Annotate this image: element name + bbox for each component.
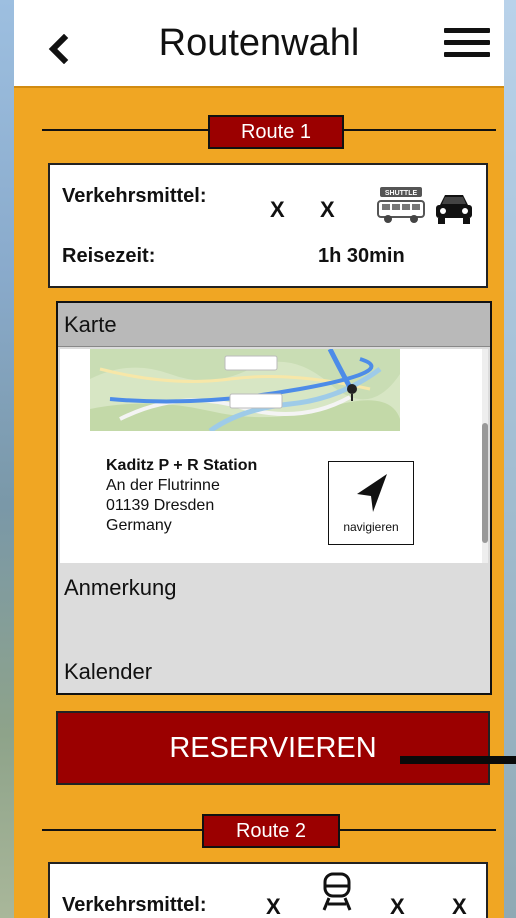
page-title: Routenwahl — [158, 22, 360, 64]
transport-x: X — [270, 197, 285, 222]
pointer-annotation — [400, 756, 516, 764]
car-icon — [436, 195, 472, 224]
navigation-arrow-icon — [357, 474, 387, 512]
kalender-section-header[interactable]: Kalender — [64, 659, 152, 685]
reisezeit-label: Reisezeit: — [62, 245, 156, 267]
route1-info-card: Verkehrsmittel: X X SHUTTLE Reisezeit: 1… — [48, 163, 488, 288]
map-panel: Kaditz P + R Station An der Flutrinne 01… — [60, 349, 488, 563]
shuttle-icon: SHUTTLE — [377, 187, 425, 223]
route2-info-card: Verkehrsmittel: X X X — [48, 862, 488, 918]
app-screen: Routenwahl Route 1 Verkehrsmittel: X X S… — [14, 0, 504, 918]
anmerkung-section-header[interactable]: Anmerkung — [64, 575, 177, 601]
reisezeit-value: 1h 30min — [318, 245, 405, 267]
hamburger-icon — [444, 28, 490, 57]
location-city: 01139 Dresden — [106, 497, 215, 514]
scrollbar-thumb[interactable] — [482, 423, 488, 543]
top-bar: Routenwahl — [14, 0, 504, 88]
background-left — [0, 0, 14, 918]
transport-x: X — [452, 894, 467, 918]
background-right — [504, 0, 516, 918]
location-name: Kaditz P + R Station — [106, 457, 258, 474]
shuttle-icon-text: SHUTTLE — [385, 190, 418, 197]
transport-x: X — [320, 197, 335, 222]
reserve-button[interactable]: RESERVIEREN — [56, 711, 490, 785]
transport-x: X — [390, 894, 405, 918]
route-details-accordion: Karte Kaditz P + R Station An der Flutri… — [56, 301, 492, 695]
transport-x: X — [266, 894, 281, 918]
map-image — [90, 349, 400, 431]
location-street: An der Flutrinne — [106, 477, 220, 494]
karte-section-header[interactable]: Karte — [58, 303, 490, 347]
verkehrsmittel-label: Verkehrsmittel: — [62, 185, 207, 207]
route1-tab[interactable]: Route 1 — [208, 115, 344, 149]
menu-button[interactable] — [444, 28, 490, 64]
route2-tab[interactable]: Route 2 — [202, 814, 340, 848]
route-map[interactable] — [90, 349, 400, 431]
train-icon — [322, 872, 352, 911]
verkehrsmittel-label: Verkehrsmittel: — [62, 894, 207, 916]
location-country: Germany — [106, 517, 172, 534]
navigate-button[interactable]: navigieren — [328, 461, 414, 545]
navigate-label: navigieren — [343, 520, 399, 534]
